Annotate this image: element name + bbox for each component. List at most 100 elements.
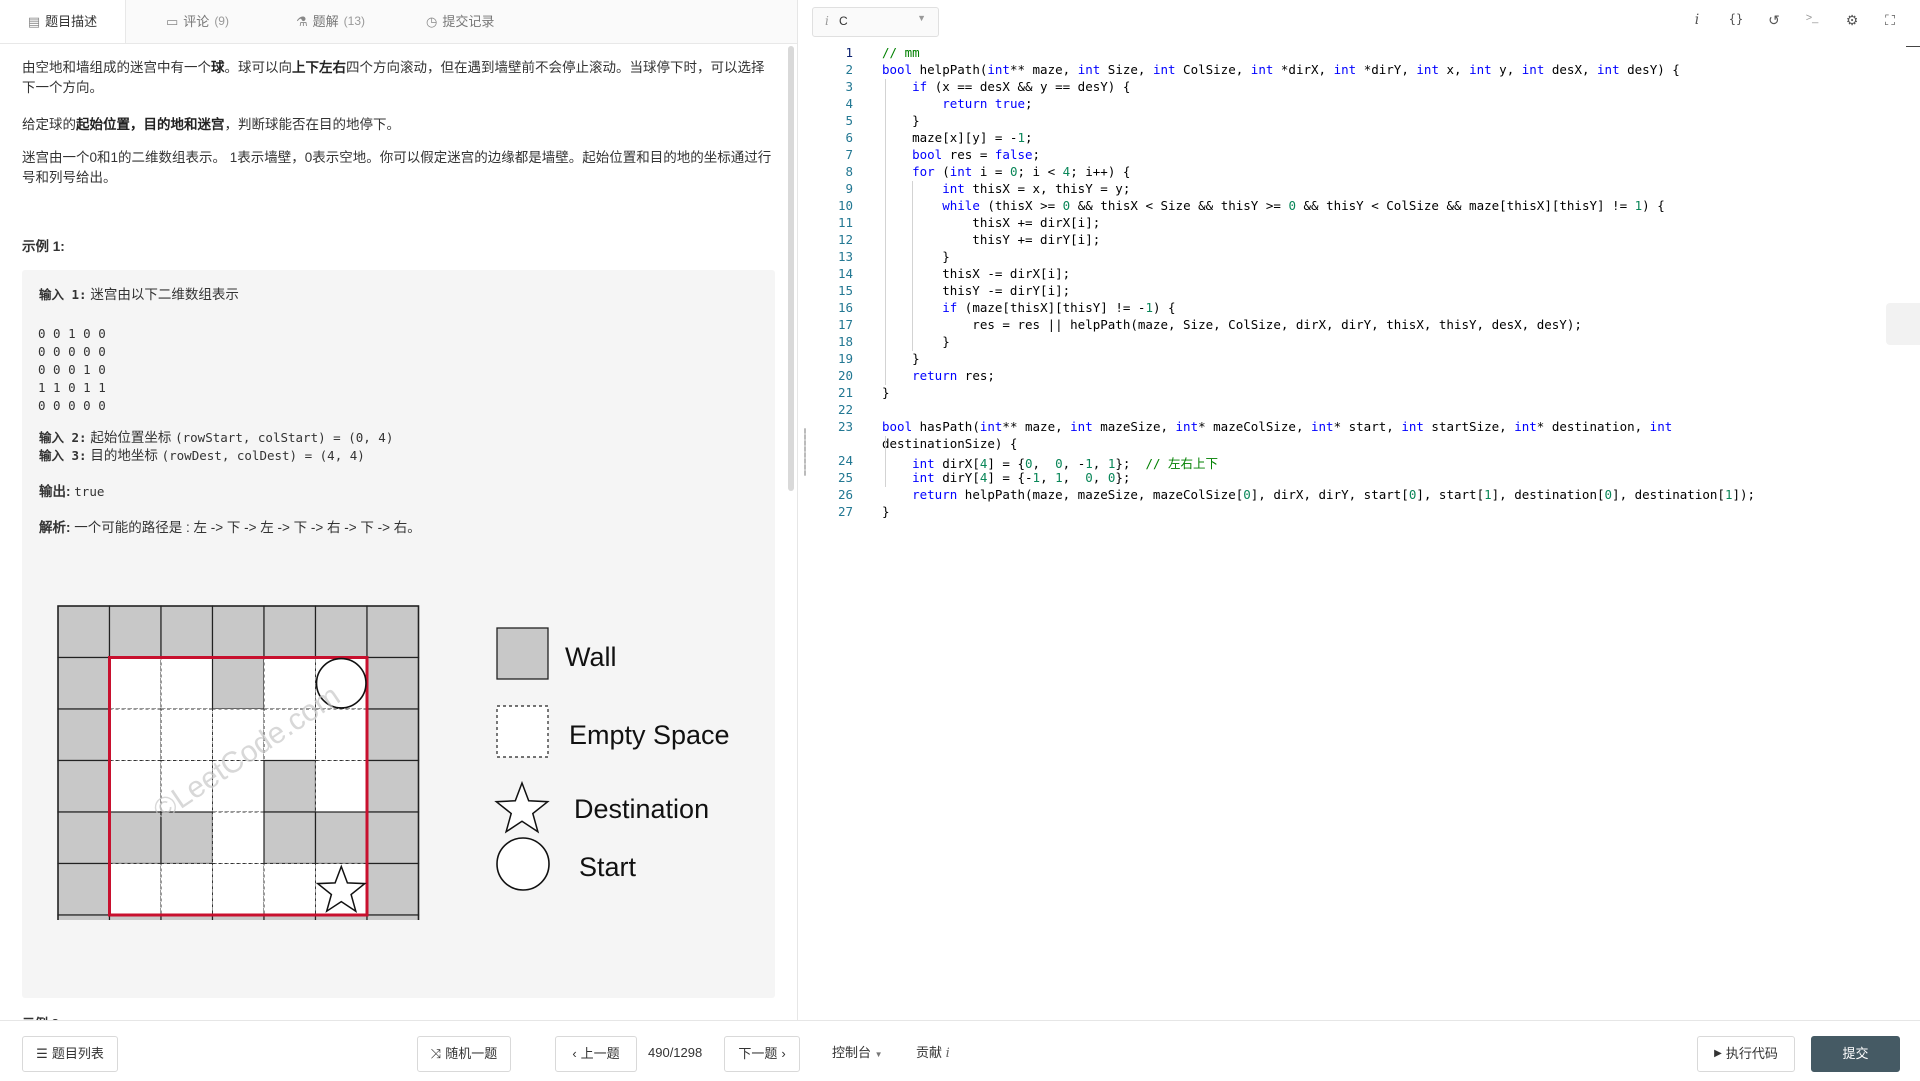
problem-list-label: 题目列表 (51, 1046, 104, 1061)
problem-tabs: ▤ 题目描述 ▭ 评论 (9) ⚗ 题解 (13) ◷ 提交记录 (0, 0, 797, 44)
wall-cell (314, 605, 368, 659)
tab-comments-count: (9) (214, 14, 229, 28)
legend-wall-label: Wall (565, 642, 617, 672)
wall-cell (314, 811, 368, 865)
example-input-1: 输入 1: 迷宫由以下二维数组表示 (39, 283, 239, 303)
empty-cell (109, 863, 162, 916)
wall-cell (263, 811, 317, 865)
code-line: maze[x][y] = -1; (882, 130, 1033, 145)
history-icon: ◷ (426, 14, 438, 29)
desc-text: 由空地和墙组成的迷宫中有一个 (22, 60, 211, 75)
legend-destination-label: Destination (574, 794, 709, 824)
code-line: return res; (912, 368, 995, 383)
code-line: } (882, 334, 950, 349)
explanation-label: 解析: (39, 520, 71, 535)
reset-icon[interactable]: ↺ (1764, 12, 1784, 29)
code-line: bool hasPath(int** maze, int mazeSize, i… (882, 419, 1673, 434)
input-2-code: (rowStart, colStart) = (0, 4) (175, 430, 394, 445)
overview-ruler (1906, 46, 1920, 59)
desc-text: ，判断球能否在目的地停下。 (224, 117, 401, 132)
wall-cell (366, 656, 420, 710)
description-icon: ▤ (27, 14, 41, 29)
info-icon[interactable]: i (1687, 12, 1707, 28)
line-number: 5 (845, 113, 853, 128)
tab-comments[interactable]: ▭ 评论 (9) (166, 0, 229, 43)
maze-row: 0 0 0 1 0 (38, 362, 106, 377)
maze-row: 0 0 0 0 0 (38, 398, 106, 413)
line-number: 13 (837, 249, 853, 264)
line-number: 10 (837, 198, 853, 213)
code-line: if (x == desX && y == desY) { (912, 79, 1131, 94)
wall-cell (263, 759, 317, 813)
wall-cell (57, 862, 111, 916)
bottom-bar: ☰ 题目列表 ⤨ 随机一题 ‹ 上一题 490/1298 下一题 › 控制台 ▼… (0, 1020, 1920, 1081)
prev-problem-button[interactable]: ‹ 上一题 (555, 1036, 637, 1072)
tab-description[interactable]: ▤ 题目描述 (0, 0, 126, 43)
play-icon: ▶ (1714, 1048, 1722, 1059)
run-label: 执行代码 (1725, 1046, 1778, 1061)
language-value: C (839, 14, 848, 28)
empty-cell (212, 863, 265, 916)
random-problem-button[interactable]: ⤨ 随机一题 (417, 1036, 511, 1072)
input-2-text: 起始位置坐标 (90, 430, 172, 445)
code-line: if (maze[thisX][thisY] != -1) { (942, 300, 1176, 315)
indent-guide (885, 436, 886, 487)
tab-submissions[interactable]: ◷ 提交记录 (426, 0, 494, 43)
code-line: bool helpPath(int** maze, int Size, int … (882, 62, 1680, 77)
legend-destination-icon (494, 780, 550, 834)
code-line: thisY -= dirY[i]; (882, 283, 1071, 298)
line-number: 26 (837, 487, 853, 502)
flask-icon: ⚗ (296, 14, 308, 29)
panel-splitter[interactable] (804, 428, 806, 476)
fullscreen-icon[interactable]: ⛶ (1880, 12, 1900, 29)
empty-cell (212, 811, 265, 864)
indent-guide (912, 181, 914, 351)
console-toggle[interactable]: 控制台 ▼ (832, 1036, 883, 1070)
tab-solutions[interactable]: ⚗ 题解 (13) (296, 0, 365, 43)
legend-empty-label: Empty Space (569, 720, 730, 750)
wall-cell (57, 656, 111, 710)
maze-row: 1 1 0 1 1 (38, 380, 106, 395)
info-icon: i (945, 1046, 950, 1061)
chevron-left-icon: ‹ (572, 1046, 577, 1061)
line-number: 24 (837, 453, 853, 468)
side-feedback-tab[interactable] (1886, 303, 1920, 345)
line-number: 2 (845, 62, 853, 77)
left-scrollbar[interactable] (788, 46, 794, 491)
submit-label: 提交 (1842, 1046, 1869, 1061)
comment-icon: ▭ (166, 14, 179, 29)
format-code-icon[interactable]: {} (1726, 12, 1746, 26)
example-2-title: 示例 2: (22, 1013, 63, 1020)
line-number: 27 (837, 504, 853, 519)
desc-bold: 上下左右 (292, 60, 346, 75)
problem-list-button[interactable]: ☰ 题目列表 (22, 1036, 118, 1072)
code-line: return true; (942, 96, 1033, 111)
wall-cell (160, 605, 214, 659)
desc-text: 。球可以向 (224, 60, 293, 75)
input-1-label: 输入 1: (39, 287, 87, 302)
language-select[interactable]: i C ▼ (812, 7, 939, 37)
desc-bold: 起始位置，目的地和迷宫 (76, 117, 225, 132)
code-line: bool res = false; (912, 147, 1041, 162)
contribute-link[interactable]: 贡献 i (916, 1036, 950, 1070)
editor-toolbar: i C ▼ i {} ↺ >_ ⚙ ⛶ (812, 0, 1920, 43)
code-editor[interactable]: 1 // mm 2 bool helpPath(int** maze, int Siz… (812, 43, 1920, 1020)
wall-cell (263, 605, 317, 659)
line-number: 14 (837, 266, 853, 281)
next-problem-button[interactable]: 下一题 › (724, 1036, 800, 1072)
chevron-down-icon: ▼ (917, 13, 926, 23)
wall-cell (57, 759, 111, 813)
contribute-label: 贡献 (916, 1045, 943, 1060)
input-2-label: 输入 2: (39, 430, 87, 445)
settings-icon[interactable]: ⚙ (1842, 12, 1862, 29)
maze-figure: ©LeetCode.comWallEmpty SpaceDestinationS… (57, 605, 730, 920)
terminal-icon[interactable]: >_ (1802, 12, 1822, 24)
submit-button[interactable]: 提交 (1811, 1036, 1900, 1072)
wall-cell (211, 656, 265, 710)
line-number: 11 (837, 215, 853, 230)
code-line: destinationSize) { (882, 436, 1018, 451)
code-line: res = res || helpPath(maze, Size, ColSiz… (882, 317, 1582, 332)
tab-solutions-count: (13) (343, 14, 366, 28)
line-number: 17 (837, 317, 853, 332)
run-code-button[interactable]: ▶ 执行代码 (1697, 1036, 1795, 1072)
